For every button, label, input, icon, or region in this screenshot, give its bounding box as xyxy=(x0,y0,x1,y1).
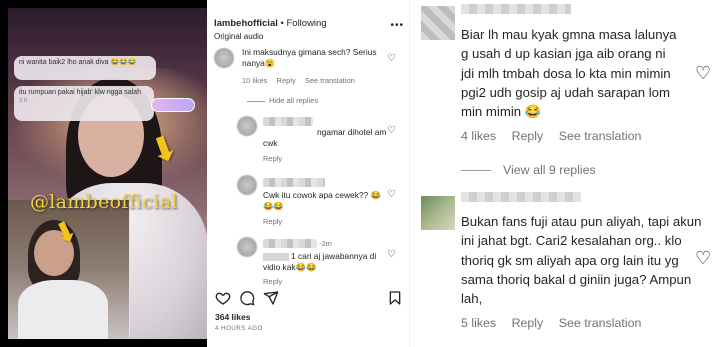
video-panel: ni wanita baik2 lho anak diva 😂😂😂 itu ru… xyxy=(0,0,207,347)
following-label[interactable]: • Following xyxy=(281,18,327,29)
chat-bubble-text: itu rumpuan pakai hijab' klw ngga salah xyxy=(19,89,141,96)
likes-count[interactable]: 5 likes xyxy=(461,316,496,330)
view-replies-button[interactable]: View all 9 replies xyxy=(461,163,596,177)
comment-meta: Reply xyxy=(263,154,289,163)
see-translation-button[interactable]: See translation xyxy=(559,129,642,143)
watermark: @lambeofficial xyxy=(30,191,178,213)
reply-button[interactable]: Reply xyxy=(277,76,296,85)
comment-icon[interactable] xyxy=(239,290,255,306)
comment: Ini maksudnya gimana sech? Serius nanya😮… xyxy=(214,47,410,92)
avatar[interactable] xyxy=(237,116,257,136)
hide-replies-button[interactable]: Hide all replies xyxy=(247,96,318,105)
likes-count[interactable]: 4 likes xyxy=(461,129,496,143)
see-translation-button[interactable]: See translation xyxy=(559,316,642,330)
avatar[interactable] xyxy=(237,237,257,257)
heart-icon[interactable]: ♡ xyxy=(387,189,396,200)
chat-bubble-text: ni wanita baik2 lho anak diva 😂😂😂 xyxy=(19,59,137,66)
comment: -2m 1 cari aj jawabannya di vidio kak😂😂 … xyxy=(237,237,410,289)
comment-text: 1 cari aj jawabannya di vidio kak😂😂 xyxy=(263,251,377,272)
comment-meta: 5 likes Reply See translation xyxy=(461,316,653,330)
see-translation-button[interactable]: See translation xyxy=(305,76,355,85)
comment-meta: 10 likes Reply See translation xyxy=(242,76,362,85)
post-timestamp: 4 HOURS AGO xyxy=(215,325,263,332)
action-bar xyxy=(207,290,410,310)
more-options-icon[interactable]: ••• xyxy=(390,20,404,31)
share-icon[interactable] xyxy=(263,290,279,306)
bookmark-icon[interactable] xyxy=(387,290,403,306)
avatar[interactable] xyxy=(237,175,257,195)
comments-panel: lambehofficial • Following Original audi… xyxy=(207,0,410,347)
comment: Cwk itu cowok apa cewek?? 😂😂😂 Reply ♡ xyxy=(237,175,410,230)
comment-text: Cwk itu cowok apa cewek?? 😂😂😂 xyxy=(263,190,381,211)
audio-label[interactable]: Original audio xyxy=(214,32,263,41)
reply-button[interactable]: Reply xyxy=(263,154,282,163)
reply-button[interactable]: Reply xyxy=(263,277,282,286)
heart-icon[interactable]: ♡ xyxy=(387,249,396,260)
blurred-username xyxy=(263,239,317,248)
reply-button[interactable]: Reply xyxy=(512,316,544,330)
heart-icon[interactable]: ♡ xyxy=(387,125,396,136)
comment-text: Bukan fans fuji atau pun aliyah, tapi ak… xyxy=(461,214,702,307)
chat-bubble-time: 3 h xyxy=(19,97,28,104)
comment-time: -2m xyxy=(319,239,332,248)
reply-button[interactable]: Reply xyxy=(263,217,282,226)
heart-icon[interactable] xyxy=(215,290,231,306)
comment-text: ngamar dihotel am cwk xyxy=(263,127,387,148)
avatar[interactable] xyxy=(421,196,455,230)
avatar[interactable] xyxy=(214,48,234,68)
comment-text: Ini maksudnya gimana sech? Serius nanya😮 xyxy=(242,47,377,68)
video-frame[interactable]: ni wanita baik2 lho anak diva 😂😂😂 itu ru… xyxy=(8,8,207,339)
blurred-mention xyxy=(263,252,289,261)
heart-icon[interactable]: ♡ xyxy=(695,63,711,84)
comment: ngamar dihotel am cwk Reply ♡ xyxy=(237,116,410,166)
comment-text: Biar lh mau kyak gmna masa lalunya g usa… xyxy=(461,27,677,120)
blurred-username xyxy=(461,192,581,202)
comment-meta: Reply xyxy=(263,217,289,226)
inset-body xyxy=(18,280,108,339)
heart-icon[interactable]: ♡ xyxy=(695,248,711,269)
reply-button[interactable]: Reply xyxy=(512,129,544,143)
likes-count[interactable]: 10 likes xyxy=(242,76,267,85)
blurred-username xyxy=(263,117,313,126)
username-text[interactable]: lambehofficial xyxy=(214,18,278,29)
post-header: lambehofficial • Following Original audi… xyxy=(207,10,410,41)
chat-bubble: ni wanita baik2 lho anak diva 😂😂😂 xyxy=(14,56,156,80)
chat-bubble: itu rumpuan pakai hijab' klw ngga salah … xyxy=(14,86,154,121)
zoomed-comments-panel: Biar lh mau kyak gmna masa lalunya g usa… xyxy=(411,0,720,347)
post-username[interactable]: lambehofficial • Following xyxy=(214,18,327,29)
avatar[interactable] xyxy=(421,6,455,40)
blurred-username xyxy=(263,178,325,187)
comment-meta: Reply xyxy=(263,277,289,286)
heart-icon[interactable]: ♡ xyxy=(387,53,396,64)
blurred-username xyxy=(461,4,571,14)
sticker xyxy=(151,98,195,112)
post-likes[interactable]: 364 likes xyxy=(215,312,250,322)
comment-meta: 4 likes Reply See translation xyxy=(461,129,653,143)
